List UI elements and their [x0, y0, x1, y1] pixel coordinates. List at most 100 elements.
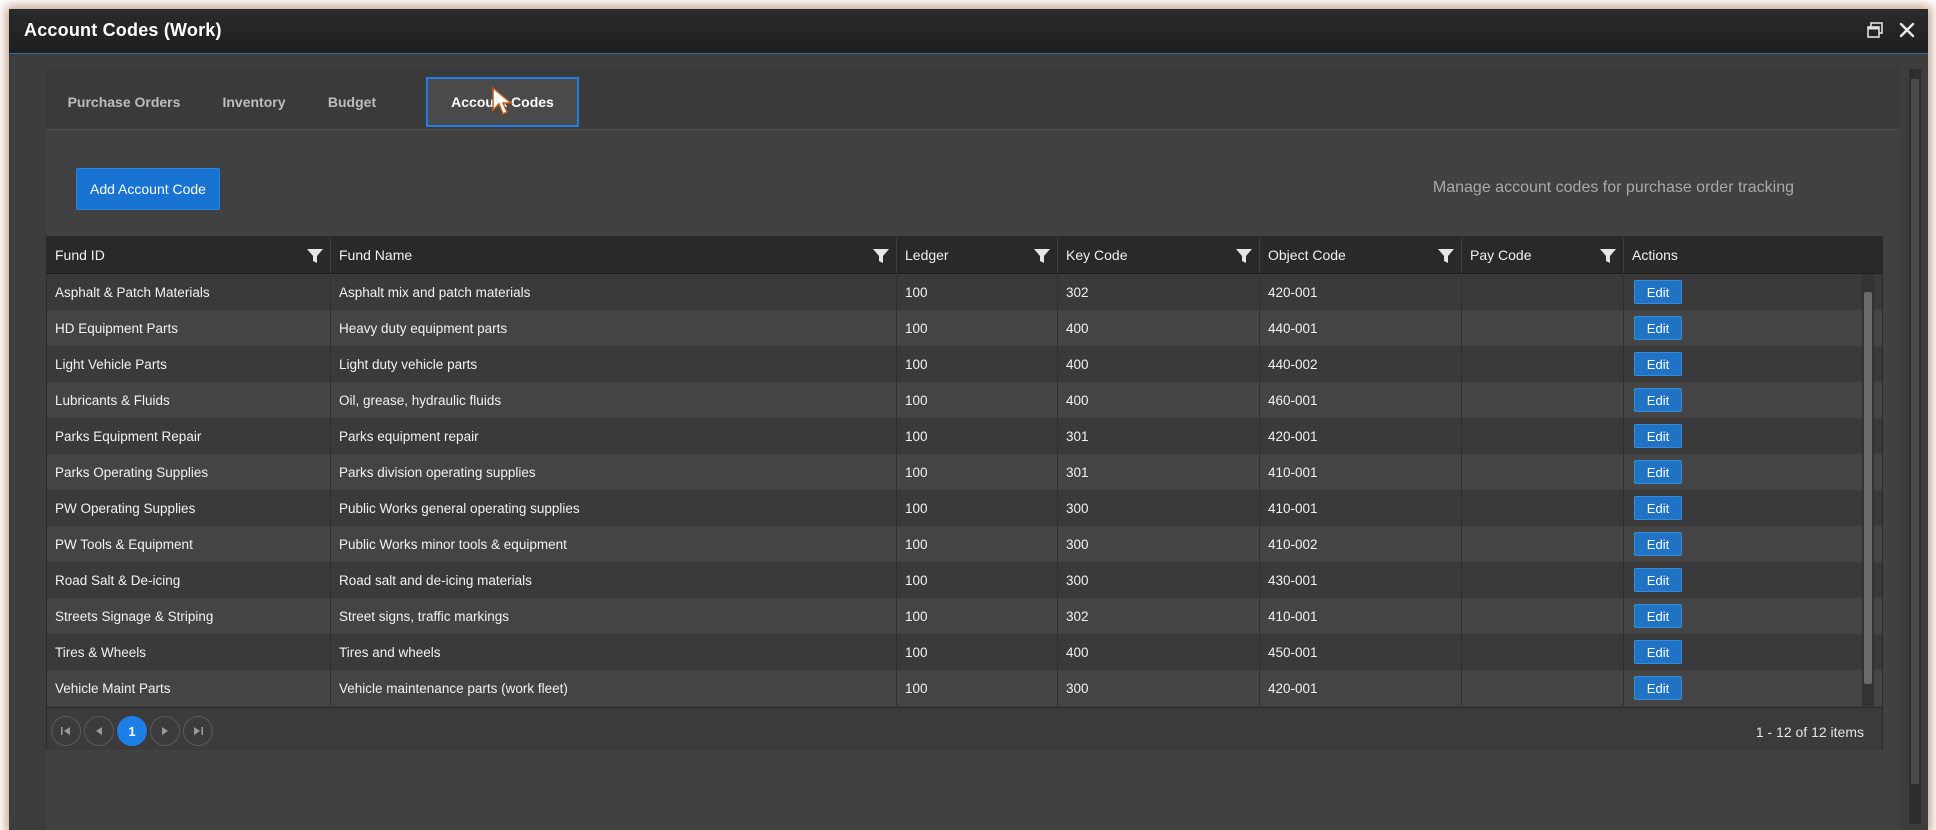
table-row[interactable]: Asphalt & Patch Materials Asphalt mix and… [47, 274, 1882, 310]
account-codes-grid: Fund ID Fund Name Ledger Key Code Object… [46, 236, 1883, 750]
cell-key-code: 400 [1058, 346, 1260, 382]
edit-button[interactable]: Edit [1634, 280, 1682, 304]
filter-icon[interactable] [1599, 247, 1617, 265]
tab-purchase-orders[interactable]: Purchase Orders [46, 77, 202, 127]
edit-button[interactable]: Edit [1634, 532, 1682, 556]
cell-ledger: 100 [897, 418, 1058, 454]
cell-pay-code [1462, 490, 1624, 526]
cell-key-code: 400 [1058, 382, 1260, 418]
table-row[interactable]: Streets Signage & Striping Street signs, … [47, 598, 1882, 634]
cell-key-code: 300 [1058, 670, 1260, 706]
column-header-ledger[interactable]: Ledger [897, 237, 1058, 273]
table-row[interactable]: Parks Equipment Repair Parks equipment re… [47, 418, 1882, 454]
cell-fund-id: PW Tools & Equipment [47, 526, 331, 562]
edit-button[interactable]: Edit [1634, 352, 1682, 376]
cell-object-code: 430-001 [1260, 562, 1462, 598]
cell-object-code: 440-002 [1260, 346, 1462, 382]
table-row[interactable]: Light Vehicle Parts Light duty vehicle pa… [47, 346, 1882, 382]
cell-key-code: 301 [1058, 454, 1260, 490]
cell-key-code: 300 [1058, 562, 1260, 598]
edit-button[interactable]: Edit [1634, 676, 1682, 700]
cell-actions: Edit [1624, 526, 1862, 562]
cell-fund-id: Road Salt & De-icing [47, 562, 331, 598]
table-row[interactable]: PW Tools & Equipment Public Works minor t… [47, 526, 1882, 562]
cell-fund-name: Tires and wheels [331, 634, 897, 670]
cell-ledger: 100 [897, 526, 1058, 562]
edit-button[interactable]: Edit [1634, 604, 1682, 628]
column-header-object-code[interactable]: Object Code [1260, 237, 1462, 273]
table-row[interactable]: Parks Operating Supplies Parks division o… [47, 454, 1882, 490]
cell-pay-code [1462, 634, 1624, 670]
cell-pay-code [1462, 526, 1624, 562]
first-page-icon[interactable] [51, 716, 81, 746]
column-label: Ledger [905, 247, 949, 263]
cell-fund-name: Vehicle maintenance parts (work fleet) [331, 670, 897, 706]
cell-pay-code [1462, 382, 1624, 418]
filter-icon[interactable] [1033, 247, 1051, 265]
previous-page-icon[interactable] [84, 716, 114, 746]
table-row[interactable]: Vehicle Maint Parts Vehicle maintenance p… [47, 670, 1882, 706]
filter-icon[interactable] [306, 247, 324, 265]
filter-icon[interactable] [1437, 247, 1455, 265]
edit-button[interactable]: Edit [1634, 316, 1682, 340]
cell-pay-code [1462, 346, 1624, 382]
mouse-cursor-icon [492, 86, 514, 116]
cell-ledger: 100 [897, 454, 1058, 490]
cell-ledger: 100 [897, 562, 1058, 598]
column-header-key-code[interactable]: Key Code [1058, 237, 1260, 273]
table-row[interactable]: Road Salt & De-icing Road salt and de-ici… [47, 562, 1882, 598]
page-description: Manage account codes for purchase order … [1432, 179, 1794, 196]
cell-fund-name: Street signs, traffic markings [331, 598, 897, 634]
cell-key-code: 302 [1058, 274, 1260, 310]
next-page-icon[interactable] [150, 716, 180, 746]
cell-object-code: 410-001 [1260, 454, 1462, 490]
tab-inventory[interactable]: Inventory [202, 77, 306, 127]
grid-scrollbar[interactable] [1862, 274, 1874, 706]
cell-ledger: 100 [897, 634, 1058, 670]
cell-fund-id: Vehicle Maint Parts [47, 670, 331, 706]
cell-object-code: 410-001 [1260, 598, 1462, 634]
edit-button[interactable]: Edit [1634, 568, 1682, 592]
cell-pay-code [1462, 562, 1624, 598]
cell-key-code: 400 [1058, 634, 1260, 670]
cell-fund-id: PW Operating Supplies [47, 490, 331, 526]
table-row[interactable]: PW Operating Supplies Public Works genera… [47, 490, 1882, 526]
column-header-fund-id[interactable]: Fund ID [47, 237, 331, 273]
tab-budget[interactable]: Budget [306, 77, 398, 127]
column-header-fund-name[interactable]: Fund Name [331, 237, 897, 273]
cell-fund-id: Light Vehicle Parts [47, 346, 331, 382]
last-page-icon[interactable] [183, 716, 213, 746]
cell-fund-id: Parks Equipment Repair [47, 418, 331, 454]
cell-actions: Edit [1624, 418, 1862, 454]
cell-ledger: 100 [897, 490, 1058, 526]
cell-object-code: 420-001 [1260, 418, 1462, 454]
grid-scrollbar-thumb[interactable] [1864, 292, 1872, 684]
table-row[interactable]: Tires & Wheels Tires and wheels 100 400 450-… [47, 634, 1882, 670]
edit-button[interactable]: Edit [1634, 496, 1682, 520]
edit-button[interactable]: Edit [1634, 388, 1682, 412]
edit-button[interactable]: Edit [1634, 424, 1682, 448]
cell-pay-code [1462, 418, 1624, 454]
cell-pay-code [1462, 310, 1624, 346]
table-row[interactable]: Lubricants & Fluids Oil, grease, hydrauli… [47, 382, 1882, 418]
cell-ledger: 100 [897, 310, 1058, 346]
cell-ledger: 100 [897, 382, 1058, 418]
filter-icon[interactable] [872, 247, 890, 265]
page-number-button[interactable]: 1 [117, 716, 147, 746]
edit-button[interactable]: Edit [1634, 640, 1682, 664]
cell-key-code: 300 [1058, 490, 1260, 526]
window-scrollbar[interactable] [1909, 69, 1921, 824]
cell-object-code: 460-001 [1260, 382, 1462, 418]
add-account-code-button[interactable]: Add Account Code [76, 168, 220, 210]
filter-icon[interactable] [1235, 247, 1253, 265]
cell-object-code: 420-001 [1260, 670, 1462, 706]
close-icon[interactable] [1896, 19, 1918, 41]
window-scrollbar-thumb[interactable] [1911, 79, 1919, 784]
edit-button[interactable]: Edit [1634, 460, 1682, 484]
grid-header: Fund ID Fund Name Ledger Key Code Object… [47, 237, 1882, 274]
grid-body: Asphalt & Patch Materials Asphalt mix and… [47, 274, 1882, 706]
column-header-actions: Actions [1624, 237, 1862, 273]
table-row[interactable]: HD Equipment Parts Heavy duty equipment p… [47, 310, 1882, 346]
column-header-pay-code[interactable]: Pay Code [1462, 237, 1624, 273]
restore-window-icon[interactable] [1864, 19, 1886, 41]
